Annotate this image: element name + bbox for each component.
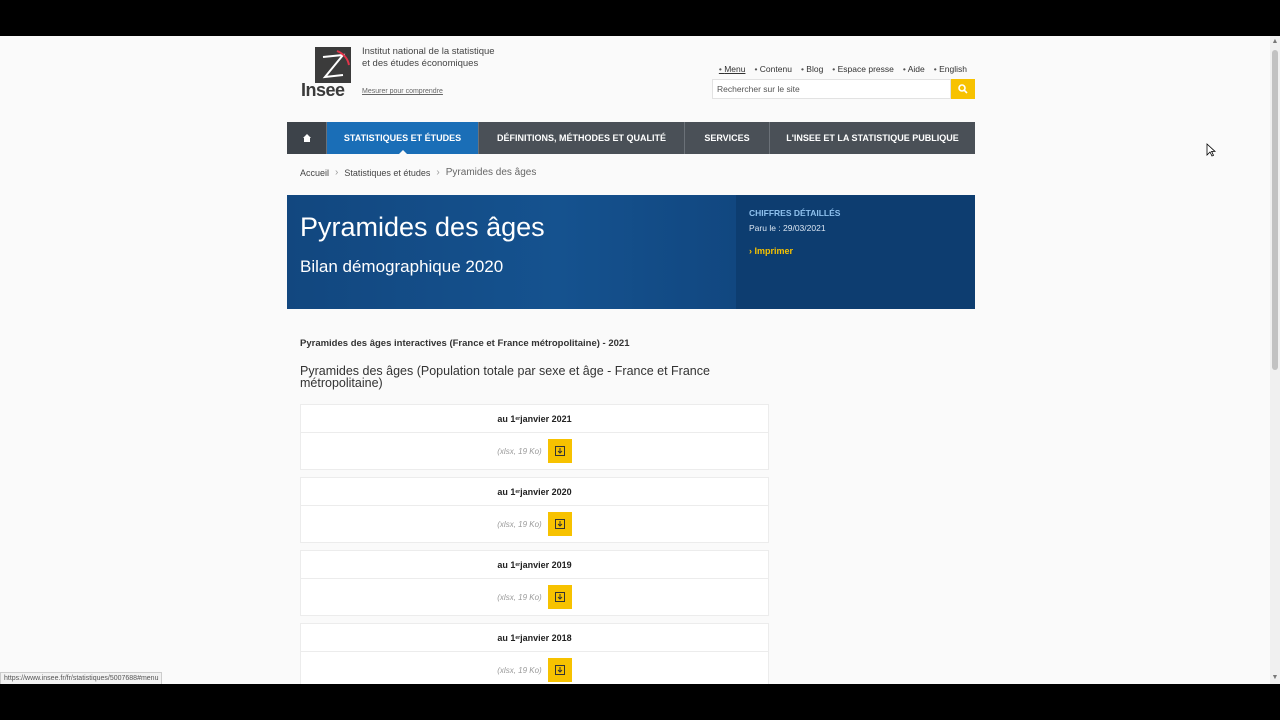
search-icon: [958, 84, 968, 94]
download-button[interactable]: [547, 585, 572, 609]
file-date-header: au 1 er janvier 2018: [300, 623, 769, 652]
top-link-contenu[interactable]: Contenu: [754, 64, 792, 74]
logo-mark-icon: [315, 47, 351, 83]
section-title: Pyramides des âges interactives (France …: [300, 338, 630, 349]
file-meta: (xlsx, 19 Ko): [497, 446, 542, 456]
top-links: Menu Contenu Blog Espace presse Aide Eng…: [719, 64, 967, 74]
nav-home[interactable]: [287, 122, 327, 154]
status-bar-url: https://www.insee.fr/fr/statistiques/500…: [0, 672, 163, 684]
file-row: (xlsx, 19 Ko): [300, 433, 769, 470]
nav-statistiques[interactable]: STATISTIQUES ET ÉTUDES: [327, 122, 479, 154]
scroll-down-icon[interactable]: ▼: [1271, 674, 1279, 682]
nav-services[interactable]: SERVICES: [685, 122, 770, 154]
logo-wordmark: Insee: [301, 80, 345, 100]
breadcrumb-accueil[interactable]: Accueil: [300, 168, 329, 178]
tagline: Mesurer pour comprendre: [362, 88, 443, 95]
browser-viewport: Insee Institut national de la statistiqu…: [0, 36, 1280, 684]
file-row: (xlsx, 19 Ko): [300, 652, 769, 684]
download-table: au 1 er janvier 2021 (xlsx, 19 Ko) au 1 er…: [300, 404, 769, 684]
breadcrumb-current: Pyramides des âges: [445, 167, 537, 178]
search-button[interactable]: [951, 79, 975, 99]
download-button[interactable]: [547, 512, 572, 536]
top-link-english[interactable]: English: [934, 64, 967, 74]
top-link-blog[interactable]: Blog: [801, 64, 823, 74]
download-icon: [554, 665, 565, 675]
breadcrumb-statistiques[interactable]: Statistiques et études: [344, 168, 430, 178]
home-icon: [302, 134, 311, 142]
chevron-right-icon: ›: [335, 167, 339, 178]
top-link-menu[interactable]: Menu: [719, 64, 745, 74]
page-banner: Pyramides des âges Bilan démographique 2…: [287, 195, 975, 309]
download-icon: [554, 446, 565, 456]
list-item: au 1 er janvier 2021 (xlsx, 19 Ko): [300, 404, 769, 470]
breadcrumb: Accueil › Statistiques et études › Pyram…: [300, 167, 536, 178]
file-meta: (xlsx, 19 Ko): [497, 592, 542, 602]
page-title: Pyramides des âges: [300, 212, 545, 242]
nav-definitions[interactable]: DÉFINITIONS, MÉTHODES ET QUALITÉ: [479, 122, 685, 154]
top-link-presse[interactable]: Espace presse: [832, 64, 894, 74]
publication-date: Paru le : 29/03/2021: [749, 223, 826, 233]
file-date-header: au 1 er janvier 2019: [300, 550, 769, 579]
scrollbar-thumb[interactable]: [1272, 50, 1278, 370]
list-item: au 1 er janvier 2018 (xlsx, 19 Ko): [300, 623, 769, 684]
top-link-aide[interactable]: Aide: [903, 64, 925, 74]
section-subtitle: Pyramides des âges (Population totale pa…: [300, 364, 710, 390]
download-button[interactable]: [547, 658, 572, 682]
page-subtitle: Bilan démographique 2020: [300, 257, 504, 276]
list-item: au 1 er janvier 2020 (xlsx, 19 Ko): [300, 477, 769, 543]
main-nav: STATISTIQUES ET ÉTUDES DÉFINITIONS, MÉTH…: [287, 122, 975, 154]
download-icon: [554, 592, 565, 602]
vertical-scrollbar[interactable]: ▲ ▼: [1270, 36, 1280, 684]
file-row: (xlsx, 19 Ko): [300, 579, 769, 616]
file-meta: (xlsx, 19 Ko): [497, 665, 542, 675]
institute-name: Institut national de la statistique et d…: [362, 46, 495, 69]
list-item: au 1 er janvier 2019 (xlsx, 19 Ko): [300, 550, 769, 616]
chevron-right-icon: ›: [436, 167, 440, 178]
scroll-up-icon[interactable]: ▲: [1271, 38, 1279, 46]
download-icon: [554, 519, 565, 529]
category-label: CHIFFRES DÉTAILLÉS: [749, 208, 841, 218]
mouse-cursor-icon: [1206, 143, 1217, 162]
file-row: (xlsx, 19 Ko): [300, 506, 769, 543]
download-button[interactable]: [547, 439, 572, 463]
print-link[interactable]: › Imprimer: [749, 246, 793, 256]
nav-insee[interactable]: L'INSEE ET LA STATISTIQUE PUBLIQUE: [770, 122, 975, 154]
search-input[interactable]: Rechercher sur le site: [712, 79, 951, 99]
file-date-header: au 1 er janvier 2021: [300, 404, 769, 433]
file-meta: (xlsx, 19 Ko): [497, 519, 542, 529]
search-bar: Rechercher sur le site: [712, 79, 975, 99]
file-date-header: au 1 er janvier 2020: [300, 477, 769, 506]
